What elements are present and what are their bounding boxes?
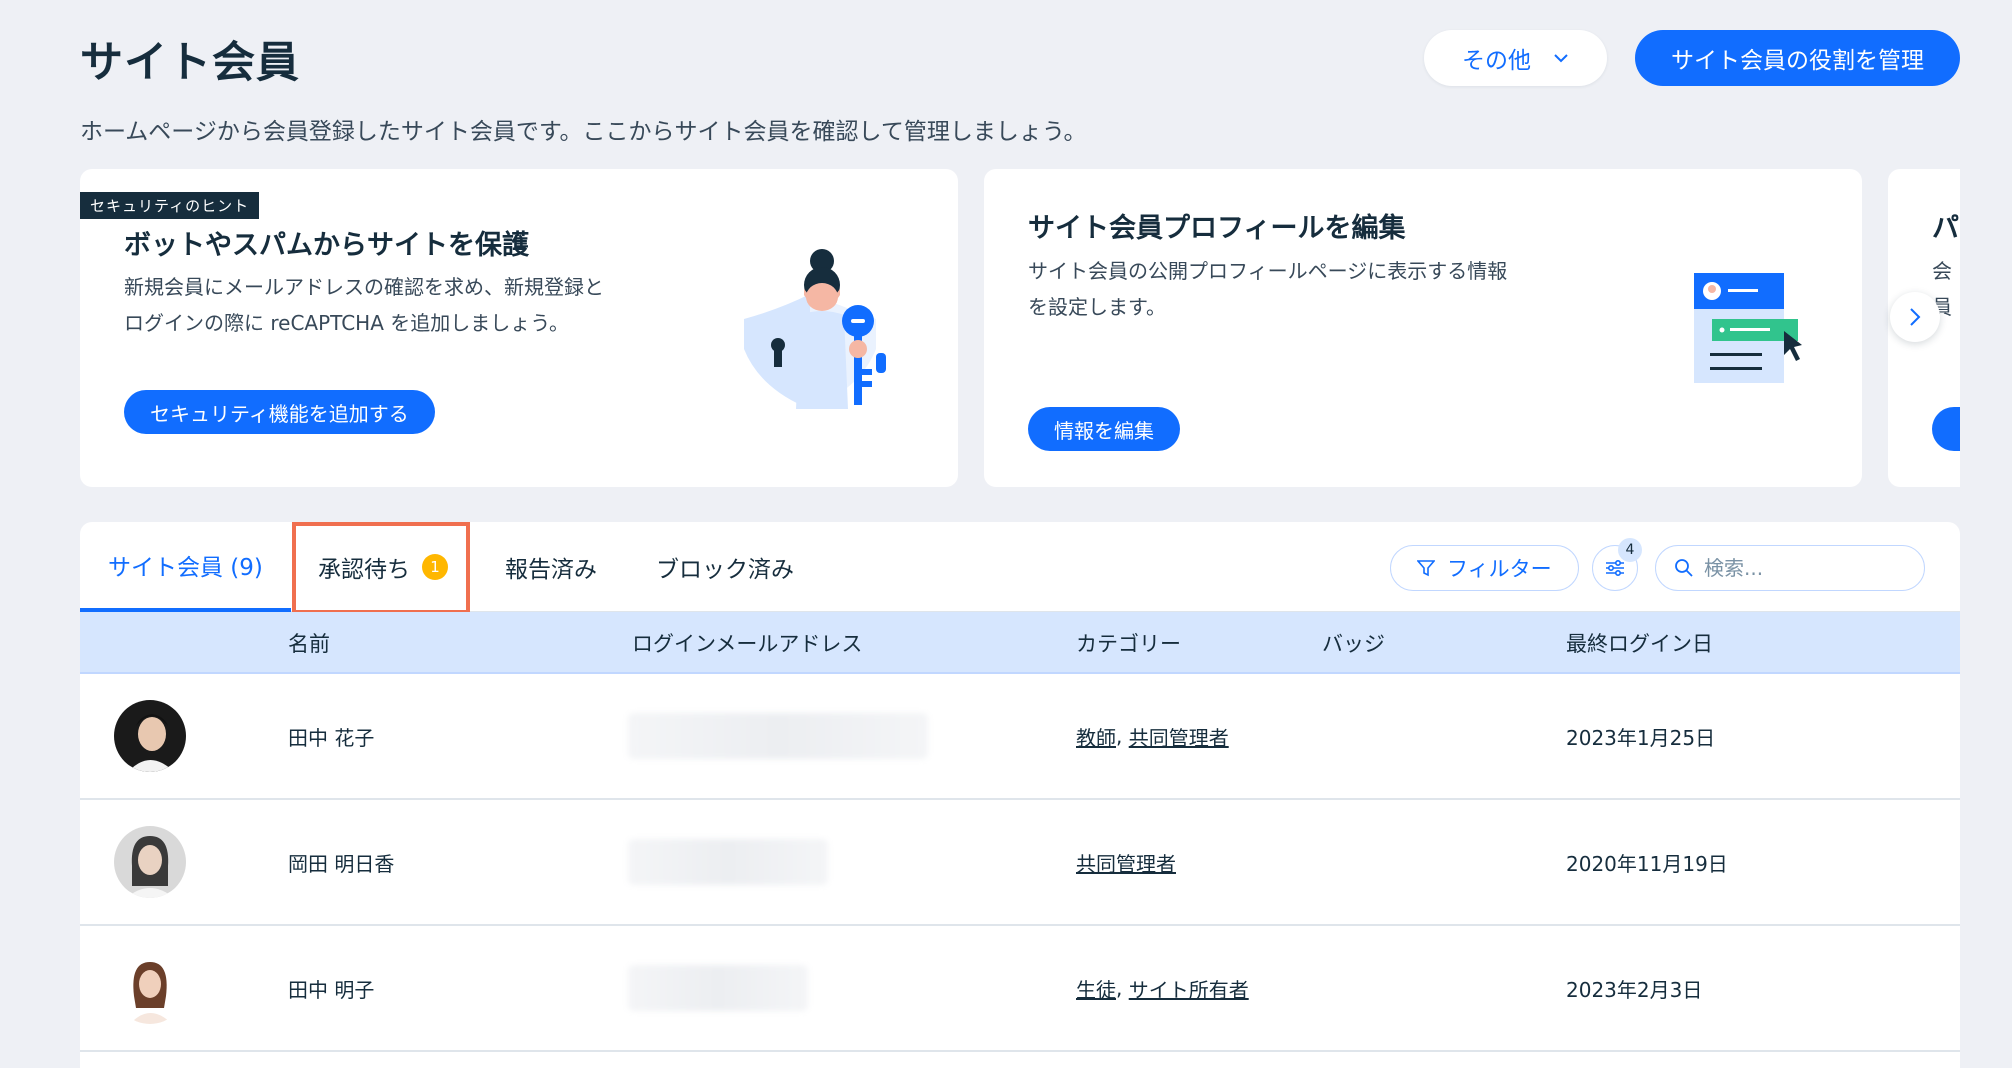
filter-icon xyxy=(1417,560,1435,577)
card-title: サイト会員プロフィールを編集 xyxy=(1028,213,1406,244)
category-link[interactable]: 共同管理者 xyxy=(1076,848,1176,877)
member-name: 田中 花子 xyxy=(288,725,375,750)
card-text-line: 会 xyxy=(1932,259,1952,283)
categories-cell: 教師, 共同管理者 xyxy=(1076,674,1229,798)
card-text: サイト会員の公開プロフィールページに表示する情報 を設定します。 xyxy=(1028,253,1507,325)
tab-reported[interactable]: 報告済み xyxy=(505,522,597,612)
search-input[interactable] xyxy=(1704,556,1904,580)
tab-blocked[interactable]: ブロック済み xyxy=(656,522,794,612)
tab-label: ブロック済み xyxy=(656,557,794,583)
settings-count-badge: 4 xyxy=(1618,538,1642,562)
more-actions-label: その他 xyxy=(1462,47,1531,73)
search-box[interactable] xyxy=(1655,545,1925,591)
security-tip-card: セキュリティのヒント ボットやスパムからサイトを保護 新規会員にメールアドレスの… xyxy=(80,169,958,487)
card-text: 新規会員にメールアドレスの確認を求め、新規登録と ログインの際に reCAPTC… xyxy=(124,269,604,341)
category-link[interactable]: 共同管理者 xyxy=(1129,722,1229,751)
categories-cell: 共同管理者 xyxy=(1076,800,1176,924)
card-title: ボットやスパムからサイトを保護 xyxy=(124,230,529,261)
category-link[interactable]: サイト所有者 xyxy=(1129,974,1249,1003)
search-icon xyxy=(1675,559,1693,577)
avatar xyxy=(114,952,186,1024)
table-row[interactable]: 田中 明子 生徒, サイト所有者 2023年2月3日 xyxy=(80,926,1960,1052)
partial-card-button[interactable] xyxy=(1932,407,1960,451)
card-text-line: サイト会員の公開プロフィールページに表示する情報 xyxy=(1028,259,1508,283)
members-table-panel: サイト会員 (9) 承認待ち 1 報告済み ブロック済み フィルター 4 検索.… xyxy=(80,522,1960,1068)
highlight-box xyxy=(292,522,470,614)
chevron-down-icon xyxy=(1554,54,1568,63)
category-link[interactable]: 教師 xyxy=(1076,722,1116,751)
card-text-line: ログインの際に reCAPTCHA を追加しましょう。 xyxy=(124,311,570,335)
tips-carousel: セキュリティのヒント ボットやスパムからサイトを保護 新規会員にメールアドレスの… xyxy=(80,169,1960,487)
header-actions: その他 サイト会員の役割を管理 xyxy=(1424,30,1960,86)
edit-info-button[interactable]: 情報を編集 xyxy=(1028,407,1180,451)
tab-site-members[interactable]: サイト会員 (9) xyxy=(80,522,291,612)
card-text-line: を設定します。 xyxy=(1028,295,1166,319)
avatar xyxy=(114,826,186,898)
categories-cell: 生徒, サイト所有者 xyxy=(1076,926,1249,1050)
email-redacted xyxy=(628,926,808,1050)
email-redacted xyxy=(628,674,928,798)
tab-label: 報告済み xyxy=(505,557,597,583)
page-subtitle: ホームページから会員登録したサイト会員です。ここからサイト会員を確認して管理しま… xyxy=(80,119,1087,145)
column-header-email[interactable]: ログインメールアドレス xyxy=(632,612,862,674)
tabs-bar: サイト会員 (9) 承認待ち 1 報告済み ブロック済み フィルター 4 検索.… xyxy=(80,522,1960,614)
member-name: 岡田 明日香 xyxy=(288,851,395,876)
avatar xyxy=(114,700,186,772)
last-login-date: 2023年1月25日 xyxy=(1566,725,1716,750)
filter-label: フィルター xyxy=(1447,558,1552,581)
column-header-name[interactable]: 名前 xyxy=(288,612,330,674)
profile-illustration-icon xyxy=(1694,273,1802,383)
table-header: 名前 ログインメールアドレス カテゴリー バッジ 最終ログイン日 xyxy=(80,612,1960,674)
last-login-date: 2023年2月3日 xyxy=(1566,977,1703,1002)
more-actions-button[interactable]: その他 xyxy=(1424,30,1607,86)
column-header-badge[interactable]: バッジ xyxy=(1322,612,1385,674)
category-link[interactable]: 生徒 xyxy=(1076,974,1116,1003)
security-illustration-icon xyxy=(744,249,886,409)
security-tip-tag: セキュリティのヒント xyxy=(80,192,260,219)
email-redacted xyxy=(628,800,828,924)
edit-profile-card: サイト会員プロフィールを編集 サイト会員の公開プロフィールページに表示する情報 … xyxy=(984,169,1862,487)
member-photo-icon xyxy=(114,826,186,898)
page-header: サイト会員 ホームページから会員登録したサイト会員です。ここからサイト会員を確認… xyxy=(80,28,1086,146)
card-text-line: 新規会員にメールアドレスの確認を求め、新規登録と xyxy=(124,275,604,299)
member-name: 田中 明子 xyxy=(288,977,375,1002)
column-header-last-login[interactable]: 最終ログイン日 xyxy=(1566,612,1713,674)
page-title: サイト会員 xyxy=(80,38,300,88)
add-security-button[interactable]: セキュリティ機能を追加する xyxy=(124,390,435,434)
table-row[interactable]: 田中 花子 教師, 共同管理者 2023年1月25日 xyxy=(80,674,1960,800)
table-row[interactable]: 岡田 明日香 共同管理者 2020年11月19日 xyxy=(80,800,1960,926)
member-photo-icon xyxy=(114,700,186,772)
filter-button[interactable]: フィルター xyxy=(1390,545,1579,591)
member-photo-icon xyxy=(114,952,186,1024)
carousel-next-button[interactable] xyxy=(1890,292,1940,342)
sliders-icon xyxy=(1606,559,1624,577)
manage-roles-button[interactable]: サイト会員の役割を管理 xyxy=(1635,30,1960,86)
card-title: パ xyxy=(1932,213,1959,244)
chevron-right-icon xyxy=(1910,308,1921,326)
column-header-category[interactable]: カテゴリー xyxy=(1076,612,1181,674)
last-login-date: 2020年11月19日 xyxy=(1566,851,1728,876)
tab-label: サイト会員 (9) xyxy=(108,555,263,581)
